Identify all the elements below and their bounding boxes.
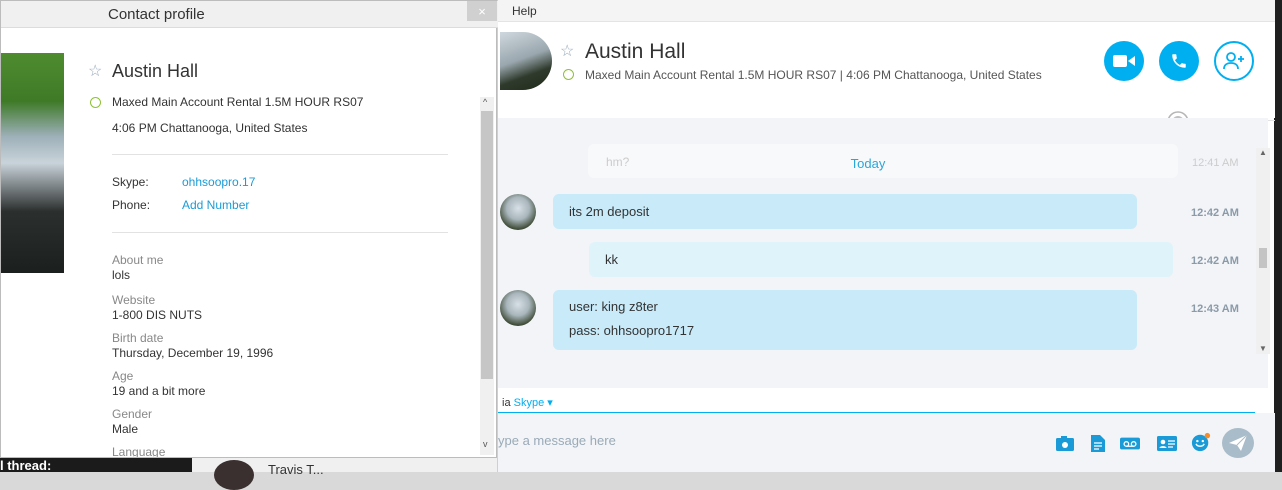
message-bubble[interactable]: its 2m deposit	[553, 194, 1137, 229]
conversation-scrollbar[interactable]: ▲ ▼	[1256, 148, 1270, 354]
scroll-down-icon[interactable]: v	[483, 439, 488, 449]
video-icon	[1113, 55, 1135, 67]
audio-call-button[interactable]	[1159, 41, 1199, 81]
emoticon-icon	[1191, 432, 1211, 452]
send-via-selector[interactable]: ia Skype ▾	[502, 396, 553, 409]
favorite-star-icon[interactable]: ☆	[88, 61, 102, 81]
message-bubble[interactable]: kk	[589, 242, 1173, 277]
field-value: 1-800 DIS NUTS	[112, 308, 203, 322]
video-message-button[interactable]	[1120, 433, 1140, 453]
add-number-link[interactable]: Add Number	[182, 198, 249, 212]
field-value: lols	[112, 268, 131, 282]
contact-profile-window: Contact profile × ☆ Austin Hall Maxed Ma…	[0, 0, 498, 458]
profile-photo[interactable]	[1, 53, 64, 273]
message-time: 12:42 AM	[1191, 255, 1239, 267]
message-avatar[interactable]	[500, 290, 536, 326]
profile-title-bar: Contact profile ×	[1, 1, 498, 28]
image-icon	[1056, 435, 1074, 451]
skype-label: Skype:	[112, 175, 149, 189]
message-avatar[interactable]	[500, 194, 536, 230]
file-icon	[1091, 434, 1105, 452]
video-call-button[interactable]	[1104, 41, 1144, 81]
via-prefix: ia	[502, 397, 511, 409]
background-thread-text: l thread:	[0, 458, 52, 473]
profile-divider	[112, 154, 448, 155]
scroll-up-icon[interactable]: ▲	[1259, 148, 1267, 157]
profile-mood: Maxed Main Account Rental 1.5M HOUR RS07	[112, 95, 364, 109]
profile-scrollbar[interactable]: ^ v	[480, 97, 494, 455]
contact-name[interactable]: Austin Hall	[585, 40, 685, 64]
send-media-button[interactable]	[1055, 433, 1075, 453]
scroll-up-icon[interactable]: ^	[483, 97, 487, 107]
profile-local-time: 4:06 PM Chattanooga, United States	[112, 121, 308, 135]
compose-area	[498, 413, 1275, 472]
add-contact-icon	[1223, 52, 1244, 70]
scroll-down-icon[interactable]: ▼	[1259, 344, 1267, 353]
profile-name: Austin Hall	[112, 61, 199, 81]
field-label: Website	[112, 293, 156, 307]
desktop-edge	[1274, 0, 1282, 472]
field-value: 19 and a bit more	[112, 384, 206, 398]
online-status-icon	[90, 97, 101, 108]
message-bubble[interactable]: user: king z8ter pass: ohhsoopro1717	[553, 290, 1137, 350]
scrollbar-thumb[interactable]	[481, 111, 493, 379]
online-status-icon	[563, 69, 574, 80]
skype-name[interactable]: ohhsoopro.17	[182, 175, 255, 189]
message-input[interactable]	[498, 427, 1038, 453]
contact-mood-line: Maxed Main Account Rental 1.5M HOUR RS07…	[585, 68, 1042, 82]
send-icon	[1229, 435, 1247, 451]
message-time: 12:43 AM	[1191, 303, 1239, 315]
field-label: About me	[112, 253, 164, 267]
phone-label: Phone:	[112, 198, 151, 212]
chat-window: Help ☆ Austin Hall Maxed Main Account Re…	[497, 0, 1275, 472]
message-text: user: king z8ter	[569, 299, 658, 314]
contact-card-icon	[1157, 435, 1177, 451]
contact-mood: Maxed Main Account Rental 1.5M HOUR RS07	[585, 68, 837, 82]
chat-header: ☆ Austin Hall Maxed Main Account Rental …	[498, 22, 1275, 133]
field-label: Gender	[112, 407, 153, 421]
add-people-button[interactable]	[1214, 41, 1254, 81]
field-label: Birth date	[112, 331, 164, 345]
background-contact-name: Travis T...	[268, 462, 324, 477]
field-label: Language	[112, 445, 166, 457]
contact-avatar[interactable]	[500, 32, 552, 90]
field-label: Age	[112, 369, 134, 383]
phone-icon	[1172, 54, 1186, 68]
conversation-area: hm? 12:41 AM Today its 2m deposit 12:42 …	[498, 118, 1268, 388]
field-value: Male	[112, 422, 139, 436]
profile-divider	[112, 232, 448, 233]
send-file-button[interactable]	[1088, 433, 1108, 453]
day-separator: Today	[850, 156, 886, 171]
scrollbar-thumb[interactable]	[1259, 248, 1267, 268]
message-text: its 2m deposit	[569, 204, 650, 219]
field-value: Thursday, December 19, 1996	[112, 346, 274, 360]
menu-help[interactable]: Help	[512, 4, 537, 18]
video-message-icon	[1120, 437, 1140, 449]
menu-bar: Help	[498, 0, 1275, 22]
favorite-star-icon[interactable]: ☆	[560, 41, 574, 61]
emoticon-button[interactable]	[1191, 432, 1211, 452]
message-text: pass: ohhsoopro1717	[569, 323, 695, 338]
contact-local-time: 4:06 PM Chattanooga, United States	[846, 68, 1042, 82]
message-time: 12:42 AM	[1191, 207, 1239, 219]
mood-separator: |	[839, 68, 843, 82]
profile-title: Contact profile	[108, 6, 205, 23]
message-text: kk	[605, 252, 618, 267]
chevron-down-icon[interactable]: ▾	[547, 397, 553, 409]
close-icon[interactable]: ×	[467, 1, 497, 21]
send-button[interactable]	[1222, 428, 1254, 458]
background-avatar	[214, 460, 254, 490]
send-contacts-button[interactable]	[1157, 433, 1177, 453]
via-network[interactable]: Skype	[514, 397, 545, 409]
